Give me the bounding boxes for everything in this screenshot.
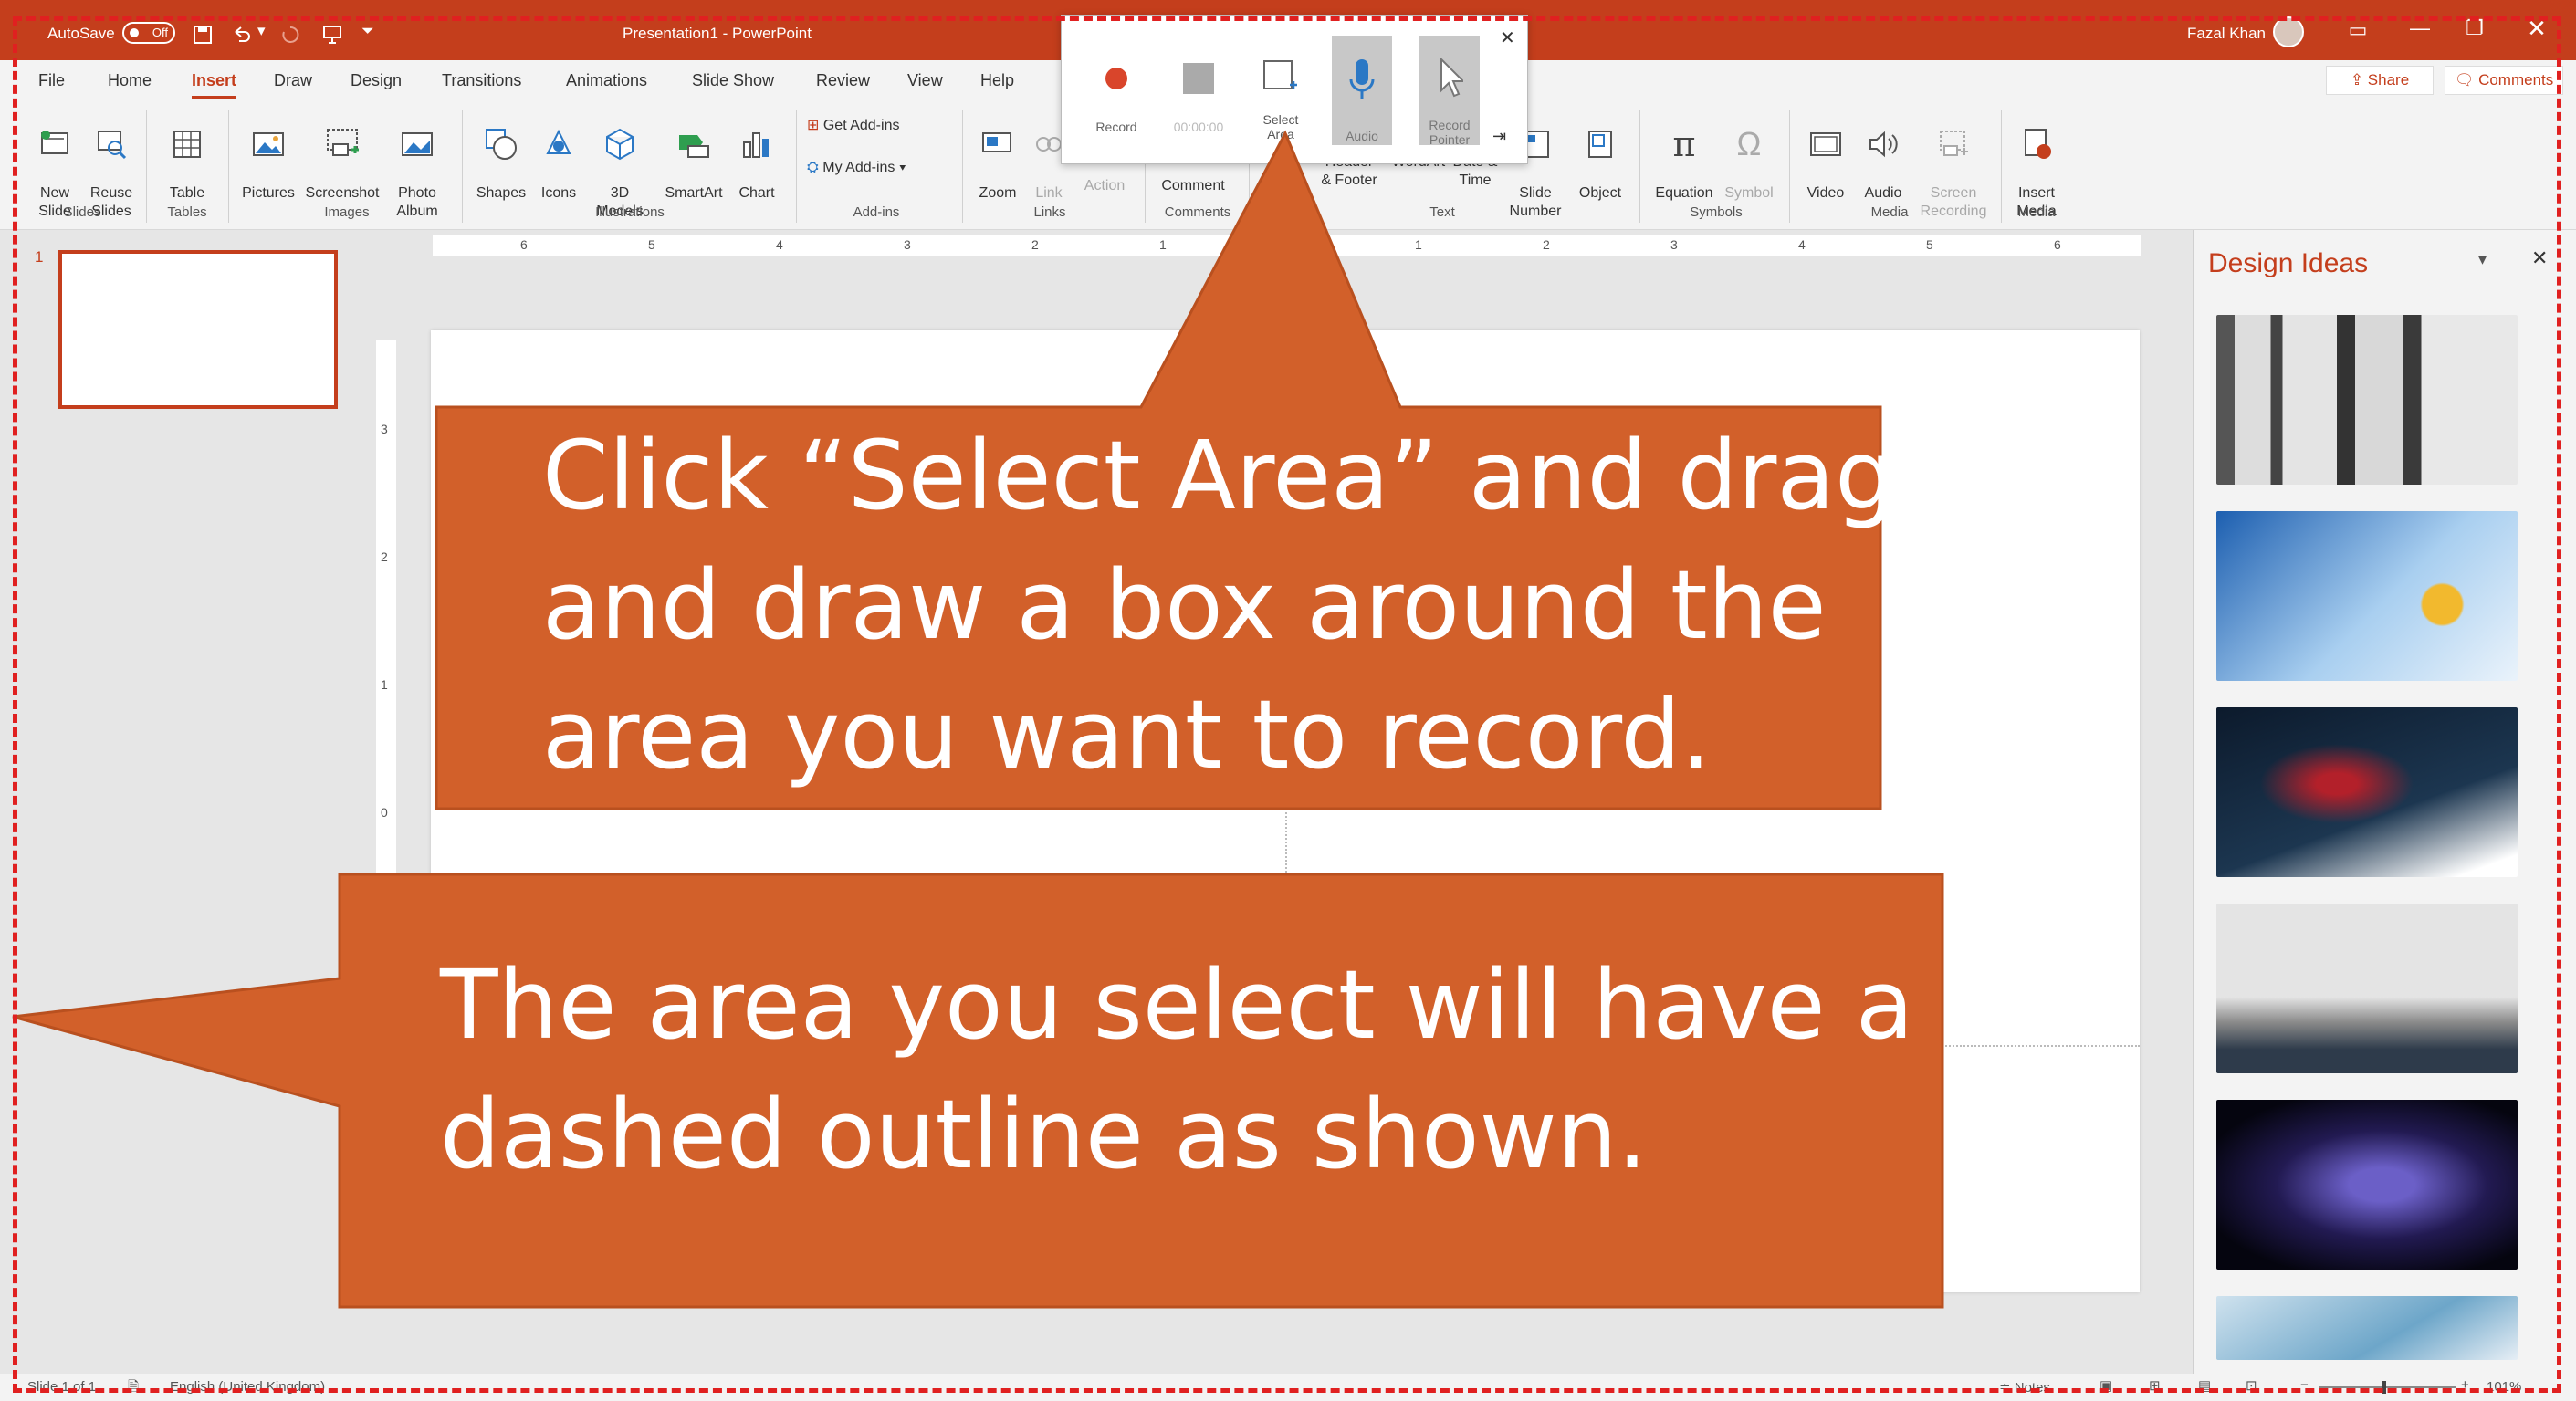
recording-area-outline (13, 16, 2561, 1393)
powerpoint-window: AutoSave Off ▾ ⏷ Presentation1 - PowerPo… (0, 0, 2576, 1401)
